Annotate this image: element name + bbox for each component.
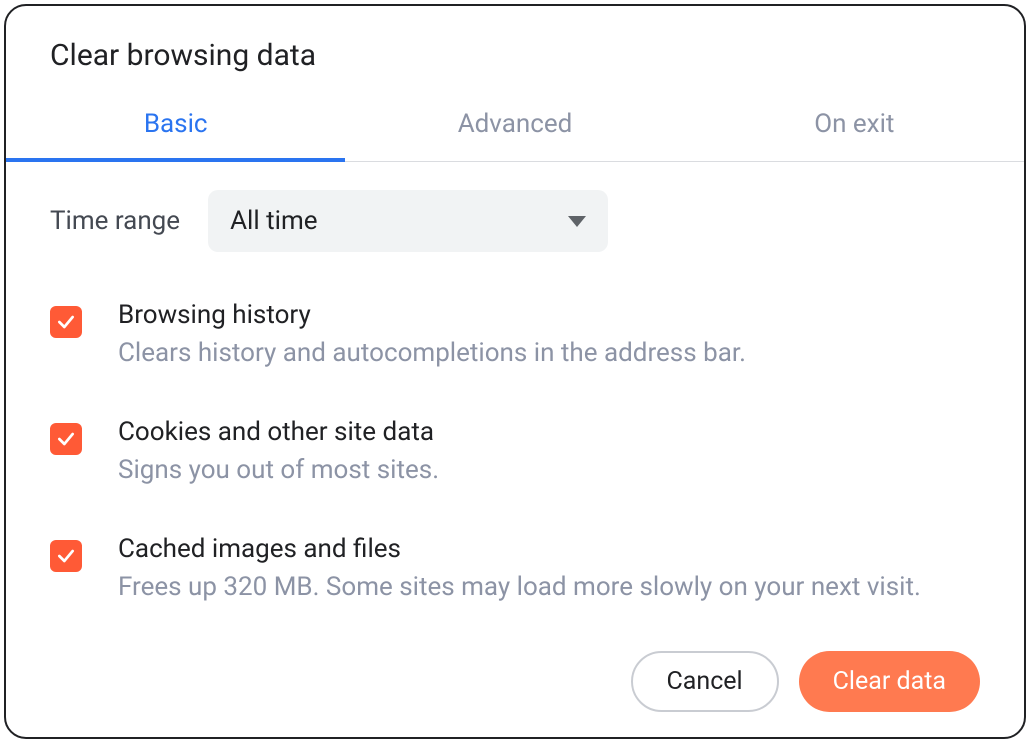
- checkbox-browsing-history[interactable]: [50, 306, 82, 338]
- option-browsing-history-text: Browsing history Clears history and auto…: [118, 300, 746, 371]
- tab-advanced[interactable]: Advanced: [345, 109, 684, 161]
- dialog-title: Clear browsing data: [50, 38, 980, 73]
- option-cache-text: Cached images and files Frees up 320 MB.…: [118, 534, 921, 605]
- time-range-label: Time range: [50, 206, 180, 236]
- option-desc: Signs you out of most sites.: [118, 453, 439, 488]
- tab-on-exit-label: On exit: [814, 109, 894, 139]
- time-range-row: Time range All time: [50, 190, 980, 252]
- option-title: Browsing history: [118, 300, 746, 330]
- option-cookies: Cookies and other site data Signs you ou…: [50, 417, 980, 488]
- tab-advanced-label: Advanced: [458, 109, 573, 139]
- cancel-button[interactable]: Cancel: [631, 651, 779, 712]
- dialog-header: Clear browsing data: [6, 6, 1024, 85]
- tab-basic-label: Basic: [144, 109, 208, 139]
- option-title: Cached images and files: [118, 534, 921, 564]
- time-range-selected: All time: [230, 206, 317, 236]
- option-title: Cookies and other site data: [118, 417, 439, 447]
- checkbox-cache[interactable]: [50, 540, 82, 572]
- chevron-down-icon: [568, 216, 586, 227]
- check-icon: [56, 429, 76, 449]
- dialog-footer: Cancel Clear data: [6, 651, 1024, 739]
- tab-basic[interactable]: Basic: [6, 109, 345, 161]
- option-cookies-text: Cookies and other site data Signs you ou…: [118, 417, 439, 488]
- option-desc: Clears history and autocompletions in th…: [118, 336, 746, 371]
- tab-on-exit[interactable]: On exit: [685, 109, 1024, 161]
- check-icon: [56, 546, 76, 566]
- time-range-select[interactable]: All time: [208, 190, 608, 252]
- option-desc: Frees up 320 MB. Some sites may load mor…: [118, 570, 921, 605]
- clear-browsing-data-dialog: Clear browsing data Basic Advanced On ex…: [4, 4, 1026, 739]
- option-browsing-history: Browsing history Clears history and auto…: [50, 300, 980, 371]
- tabs: Basic Advanced On exit: [6, 109, 1024, 162]
- check-icon: [56, 312, 76, 332]
- checkbox-cookies[interactable]: [50, 423, 82, 455]
- clear-data-button[interactable]: Clear data: [799, 651, 980, 712]
- option-cache: Cached images and files Frees up 320 MB.…: [50, 534, 980, 605]
- dialog-content: Time range All time Browsing history Cle…: [6, 162, 1024, 651]
